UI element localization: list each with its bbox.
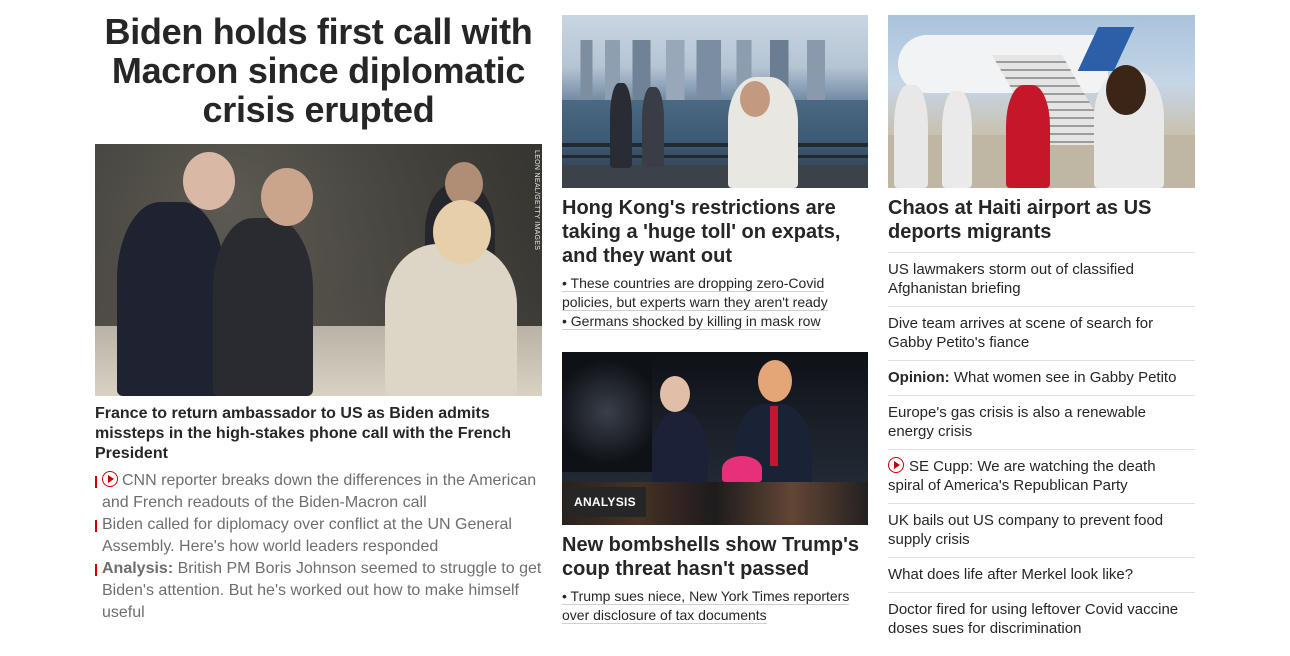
opinion-label: Opinion: [888, 369, 950, 386]
trump-image[interactable]: ANALYSIS [562, 352, 868, 525]
hero-image-figure [117, 202, 225, 396]
video-play-icon [888, 457, 904, 473]
hong-kong-headline[interactable]: Hong Kong's restrictions are taking a 'h… [562, 196, 868, 268]
image-railing [562, 143, 868, 147]
image-person [894, 85, 928, 188]
headline-list: US lawmakers storm out of classified Afg… [888, 252, 1195, 646]
related-item-text: CNN reporter breaks down the differences… [102, 472, 537, 511]
image-stage-light [562, 352, 652, 472]
headline-link[interactable]: Europe's gas crisis is also a renewable … [888, 395, 1195, 449]
hong-kong-related: • These countries are dropping zero-Covi… [562, 274, 868, 331]
headline-link-text: Doctor fired for using leftover Covid va… [888, 601, 1179, 637]
image-person-head [1106, 65, 1146, 115]
related-item-prefix: Analysis: [102, 560, 174, 577]
headline-link[interactable]: Opinion: What women see in Gabby Petito [888, 360, 1195, 395]
hero-subheadline[interactable]: France to return ambassador to US as Bid… [95, 404, 542, 464]
image-person [1006, 85, 1050, 188]
related-item[interactable]: Biden called for diplomacy over conflict… [95, 514, 542, 558]
image-skyline [562, 40, 868, 100]
headline-link[interactable]: UK bails out US company to prevent food … [888, 503, 1195, 557]
hero-image-head [261, 168, 313, 226]
haiti-image[interactable] [888, 15, 1195, 188]
hero-image-head [433, 200, 491, 264]
headline-link-text: Europe's gas crisis is also a renewable … [888, 404, 1146, 440]
hero-image-figure [385, 244, 517, 396]
headline-link-text: UK bails out US company to prevent food … [888, 512, 1164, 548]
hero-headline[interactable]: Biden holds first call with Macron since… [95, 12, 542, 129]
headline-link[interactable]: Dive team arrives at scene of search for… [888, 306, 1195, 360]
related-item[interactable]: CNN reporter breaks down the differences… [95, 470, 542, 514]
headline-link-text: Dive team arrives at scene of search for… [888, 315, 1154, 351]
hero-related-list: CNN reporter breaks down the differences… [95, 470, 542, 624]
headline-link[interactable]: Doctor fired for using leftover Covid va… [888, 592, 1195, 646]
image-tie [770, 406, 778, 466]
image-person [610, 83, 632, 168]
image-person-head [740, 81, 770, 117]
middle-column: Hong Kong's restrictions are taking a 'h… [562, 15, 868, 625]
image-hat [722, 456, 762, 482]
headline-link[interactable]: SE Cupp: We are watching the death spira… [888, 449, 1195, 503]
image-promenade [562, 165, 868, 188]
related-bullet[interactable]: • Trump sues niece, New York Times repor… [562, 587, 868, 625]
headline-link-text: US lawmakers storm out of classified Afg… [888, 261, 1134, 297]
trump-headline[interactable]: New bombshells show Trump's coup threat … [562, 533, 868, 581]
headline-link-text: What women see in Gabby Petito [949, 369, 1177, 386]
right-column: Chaos at Haiti airport as US deports mig… [888, 15, 1195, 646]
headline-link[interactable]: What does life after Merkel look like? [888, 557, 1195, 592]
photo-credit: LEON NEAL/GETTY IMAGES [533, 150, 540, 251]
related-bullet-text: • Trump sues niece, New York Times repor… [562, 588, 850, 624]
related-bullet-text: • Germans shocked by killing in mask row [562, 313, 821, 330]
hero-image[interactable]: LEON NEAL/GETTY IMAGES [95, 144, 542, 396]
image-person-head [758, 360, 792, 402]
hero-image-head [183, 152, 235, 210]
hero-image-figure [213, 218, 313, 396]
hong-kong-image[interactable] [562, 15, 868, 188]
hero-column: Biden holds first call with Macron since… [95, 12, 542, 624]
image-person [642, 87, 664, 167]
related-bullet[interactable]: • Germans shocked by killing in mask row [562, 312, 868, 331]
image-railing [562, 155, 868, 158]
related-item[interactable]: Analysis: British PM Boris Johnson seeme… [95, 558, 542, 624]
trump-related: • Trump sues niece, New York Times repor… [562, 587, 868, 625]
related-item-text: Biden called for diplomacy over conflict… [102, 516, 512, 555]
headline-link-text: SE Cupp: We are watching the death spira… [888, 458, 1156, 494]
related-bullet[interactable]: • These countries are dropping zero-Covi… [562, 274, 868, 312]
image-person-head [660, 376, 690, 412]
cnn-homepage-zone: Biden holds first call with Macron since… [0, 0, 1290, 656]
related-bullet-text: • These countries are dropping zero-Covi… [562, 275, 828, 311]
haiti-headline[interactable]: Chaos at Haiti airport as US deports mig… [888, 196, 1195, 244]
video-play-icon [102, 471, 118, 487]
headline-link-text: What does life after Merkel look like? [888, 566, 1134, 583]
headline-link[interactable]: US lawmakers storm out of classified Afg… [888, 252, 1195, 306]
image-person [942, 91, 972, 188]
analysis-badge: ANALYSIS [564, 487, 646, 517]
